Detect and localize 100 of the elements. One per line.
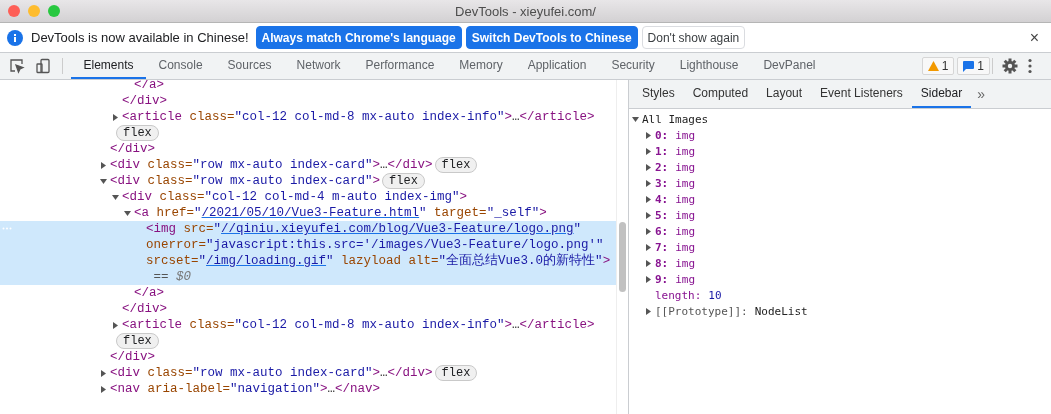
html-tag: </div> <box>387 365 433 381</box>
html-tag: > <box>539 205 547 221</box>
panel-tab[interactable]: Memory <box>446 53 516 79</box>
html-tag: <div <box>110 365 140 381</box>
more-tabs-button[interactable]: » <box>971 80 991 108</box>
device-icon[interactable] <box>35 58 51 74</box>
html-tag: <div <box>110 157 140 173</box>
settings-icon[interactable] <box>1002 58 1018 74</box>
property-key: length: <box>655 288 702 302</box>
panel-tab[interactable]: Application <box>515 53 599 79</box>
warning-icon <box>927 61 939 71</box>
dom-node-row[interactable]: <article class="col-12 col-md-8 mx-auto index-info">…</article> flex <box>0 109 616 141</box>
property-value: img <box>675 176 696 190</box>
property-key: 9: <box>655 272 669 286</box>
triangle-icon[interactable] <box>112 322 119 329</box>
warnings-counter[interactable]: 1 <box>921 57 955 75</box>
flex-badge[interactable]: flex <box>116 125 159 141</box>
triangle-icon[interactable] <box>124 210 131 217</box>
attribute-link[interactable]: /img/loading.gif <box>206 253 327 269</box>
triangle-icon[interactable] <box>100 178 107 185</box>
triangle-icon[interactable] <box>645 259 652 267</box>
html-tag: <div <box>122 189 152 205</box>
triangle-icon[interactable] <box>100 162 107 169</box>
selection-marker: == <box>152 269 170 285</box>
flex-badge[interactable]: flex <box>434 365 478 381</box>
triangle-icon[interactable] <box>645 275 652 283</box>
flex-badge[interactable]: flex <box>116 333 159 349</box>
panel-tab[interactable]: DevPanel <box>750 53 828 79</box>
property-value: 10 <box>708 288 722 302</box>
property-key: 5: <box>655 208 669 222</box>
html-tag: </nav> <box>335 381 381 397</box>
triangle-icon[interactable] <box>645 307 652 315</box>
dom-node-row[interactable]: <article class="col-12 col-md-8 mx-auto index-info">…</article> flex <box>0 317 616 349</box>
property-key: 3: <box>655 176 669 190</box>
attribute-value: " <box>419 205 427 221</box>
sidebar-tab[interactable]: Layout <box>757 80 812 108</box>
collapsed-content: … <box>512 317 520 333</box>
panel-tab[interactable]: Sources <box>215 53 285 79</box>
attribute-link[interactable]: /2021/05/10/Vue3-Feature.html <box>201 205 420 221</box>
property-value: NodeList <box>754 304 808 318</box>
dom-node-row[interactable]: <div class="row mx-auto index-card">…</div> flex <box>0 365 616 381</box>
panel-tab[interactable]: Security <box>598 53 668 79</box>
dom-node-row[interactable]: <div class="row mx-auto index-card">…</div> flex <box>0 157 616 173</box>
triangle-icon[interactable] <box>645 211 652 219</box>
attribute-value: "javascript:this.src='/images/Vue3-Feature/logo.png'" <box>206 237 604 253</box>
triangle-icon[interactable] <box>632 115 639 123</box>
triangle-icon[interactable] <box>100 370 107 377</box>
panel-tab[interactable]: Elements <box>71 53 147 79</box>
flex-badge[interactable]: flex <box>382 173 425 189</box>
sidebar-tab[interactable]: Sidebar <box>911 80 972 108</box>
html-tag: > <box>320 381 328 397</box>
attribute-name: class= <box>188 109 235 125</box>
infobar-button[interactable]: Don't show again <box>641 26 746 49</box>
infobar-button[interactable]: Switch DevTools to Chinese <box>465 26 638 49</box>
triangle-icon[interactable] <box>645 179 652 187</box>
message-icon <box>963 60 975 72</box>
attribute-value: " <box>194 205 202 221</box>
panel-tab[interactable]: Lighthouse <box>667 53 751 79</box>
close-button[interactable]: × <box>1025 28 1043 47</box>
dom-node-row[interactable]: <div class="row mx-auto index-card"> flex <box>0 173 616 189</box>
window-title: DevTools - xieyufei.com/ <box>455 3 596 19</box>
inspect-icon[interactable] <box>9 58 25 74</box>
html-tag: </article> <box>519 317 595 333</box>
dom-node-row[interactable]: <a href="/2021/05/10/Vue3-Feature.html" target="_self"> <box>0 205 616 221</box>
dom-node-row[interactable]: <img src="//qiniu.xieyufei.com/blog/Vue3-Feature/logo.png" onerror="javascript:this.src='/images/Vue3-Feature/logo.png'" srcset="/img/loading.gif" lazyload alt="全面总结Vue3.0的新特性"> == $0 <box>0 221 616 285</box>
triangle-icon[interactable] <box>645 227 652 235</box>
triangle-icon[interactable] <box>645 195 652 203</box>
attribute-name: srcset= <box>146 253 199 269</box>
sidebar-tab[interactable]: Event Listeners <box>811 80 912 108</box>
triangle-icon[interactable] <box>100 386 107 393</box>
triangle-icon[interactable] <box>645 131 652 139</box>
triangle-icon[interactable] <box>645 163 652 171</box>
attribute-link[interactable]: //qiniu.xieyufei.com/blog/Vue3-Feature/logo.png <box>221 221 574 237</box>
html-tag: <div <box>110 173 140 189</box>
panel-tab[interactable]: Network <box>284 53 354 79</box>
messages-counter[interactable]: 1 <box>957 57 990 75</box>
dom-node-row[interactable]: </div> <box>0 93 616 109</box>
triangle-icon[interactable] <box>112 194 119 201</box>
panel-tab[interactable]: Console <box>146 53 216 79</box>
dom-node-row[interactable]: <nav aria-label="navigation">…</nav> <box>0 381 616 397</box>
attribute-value: " <box>326 253 334 269</box>
dom-node-row[interactable]: </div> <box>0 349 616 365</box>
scrollbar[interactable] <box>616 80 628 414</box>
flex-badge[interactable]: flex <box>434 157 478 173</box>
panel-tab[interactable]: Performance <box>353 53 447 79</box>
triangle-icon[interactable] <box>645 243 652 251</box>
attribute-name: href= <box>155 205 195 221</box>
more-options-icon[interactable] <box>1028 58 1032 74</box>
sidebar-tab[interactable]: Styles <box>633 80 684 108</box>
triangle-icon[interactable] <box>645 147 652 155</box>
property-key: 6: <box>655 224 669 238</box>
infobar-button[interactable]: Always match Chrome's language <box>255 26 462 49</box>
triangle-icon[interactable] <box>112 114 119 121</box>
dom-node-row[interactable]: </div> <box>0 301 616 317</box>
dom-node-row[interactable]: </div> <box>0 141 616 157</box>
attribute-value: " <box>213 221 222 237</box>
dom-node-row[interactable]: <div class="col-12 col-md-4 m-auto index-img"> <box>0 189 616 205</box>
sidebar-tab[interactable]: Computed <box>683 80 758 108</box>
dom-node-row[interactable]: </a> <box>0 285 616 301</box>
html-tag: </div> <box>387 157 433 173</box>
